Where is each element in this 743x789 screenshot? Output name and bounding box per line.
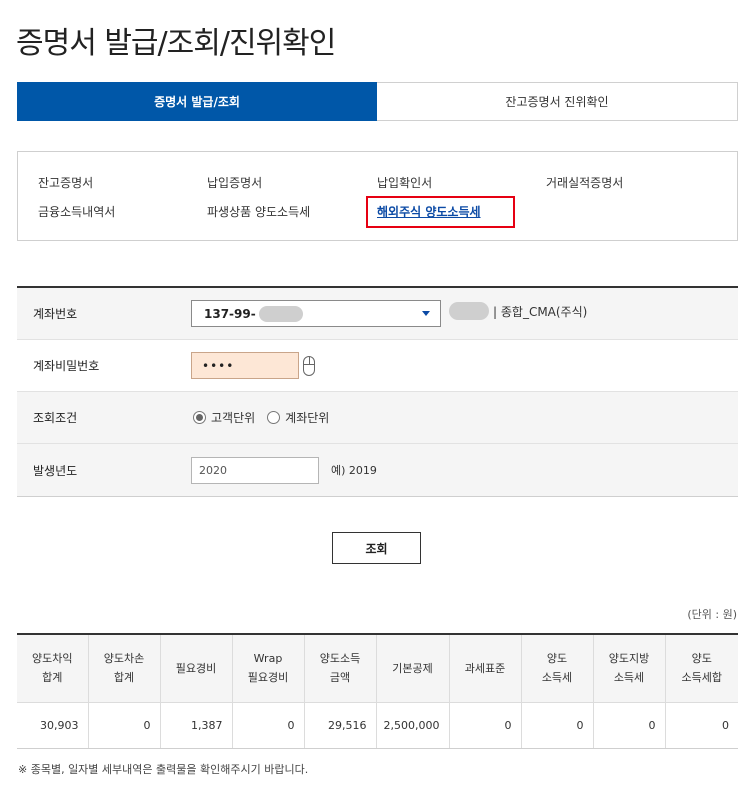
selected-highlight-box xyxy=(366,196,515,228)
result-table: 양도차익 합계 양도차손 합계 필요경비 Wrap 필요경비 양도소득 금액 기본공제 … xyxy=(17,633,738,749)
table-row: 30,903 0 1,387 0 29,516 2,500,000 0 0 0 … xyxy=(17,702,738,749)
account-value: 137-99- xyxy=(204,306,256,321)
year-hint: 예) 2019 xyxy=(331,464,377,477)
chevron-down-icon xyxy=(422,311,430,316)
year-row: 발생년도 2020 예) 2019 xyxy=(17,444,738,496)
table-cell: 0 xyxy=(593,702,666,749)
radio-account-unit-label: 계좌단위 xyxy=(285,411,330,425)
table-cell: 2,500,000 xyxy=(376,702,450,749)
condition-label: 조회조건 xyxy=(33,411,78,425)
col-header: 과세표준 xyxy=(449,634,522,703)
col-header: 양도차손 합계 xyxy=(88,634,161,703)
cert-link-balance[interactable]: 잔고증명서 xyxy=(38,174,93,191)
condition-row: 조회조건 고객단위 계좌단위 xyxy=(17,392,738,444)
radio-unchecked-icon[interactable] xyxy=(267,411,281,424)
radio-account-unit[interactable]: 계좌단위 xyxy=(267,409,329,426)
table-cell: 30,903 xyxy=(17,702,89,749)
password-row: 계좌비밀번호 •••• xyxy=(17,340,738,392)
cert-link-payment-confirm[interactable]: 납입확인서 xyxy=(377,174,432,191)
certificate-type-list: 잔고증명서 납입증명서 납입확인서 거래실적증명서 금융소득내역서 파생상품 양… xyxy=(17,151,738,241)
password-input[interactable]: •••• xyxy=(191,352,299,379)
condition-radio-group: 고객단위 계좌단위 xyxy=(193,409,341,426)
page-title: 증명서 발급/조회/진위확인 xyxy=(16,26,336,61)
cert-link-transaction[interactable]: 거래실적증명서 xyxy=(546,174,623,191)
account-select[interactable]: 137-99- xyxy=(191,300,441,327)
footnote: ※ 종목별, 일자별 세부내역은 출력물을 확인해주시기 바랍니다. xyxy=(18,763,309,776)
table-cell: 0 xyxy=(88,702,161,749)
query-form: 계좌번호 137-99- | 종합_CMA(주식) 계좌비밀번호 •••• 조회… xyxy=(17,286,738,497)
cert-link-payment[interactable]: 납입증명서 xyxy=(207,174,262,191)
table-cell: 0 xyxy=(665,702,738,749)
cert-link-derivatives-tax[interactable]: 파생상품 양도소득세 xyxy=(207,203,310,220)
radio-customer-unit[interactable]: 고객단위 xyxy=(193,409,255,426)
col-header: 양도차익 합계 xyxy=(17,634,89,703)
radio-customer-unit-label: 고객단위 xyxy=(211,411,256,425)
table-header-row: 양도차익 합계 양도차손 합계 필요경비 Wrap 필요경비 양도소득 금액 기본공제 … xyxy=(17,634,738,703)
account-row: 계좌번호 137-99- | 종합_CMA(주식) xyxy=(17,288,738,340)
cert-link-financial-income[interactable]: 금융소득내역서 xyxy=(38,203,115,220)
table-cell: 0 xyxy=(232,702,305,749)
account-label: 계좌번호 xyxy=(33,307,78,321)
account-type: | 종합_CMA(주식) xyxy=(449,302,587,320)
query-button[interactable]: 조회 xyxy=(332,532,421,564)
password-label: 계좌비밀번호 xyxy=(33,359,100,373)
col-header: 필요경비 xyxy=(160,634,233,703)
unit-label: (단위 : 원) xyxy=(687,608,737,621)
col-header: 양도소득 금액 xyxy=(304,634,377,703)
col-header: 양도 소득세합 xyxy=(665,634,738,703)
masked-account-name xyxy=(449,302,489,320)
table-cell: 0 xyxy=(449,702,522,749)
col-header: Wrap 필요경비 xyxy=(232,634,305,703)
masked-account-digits xyxy=(258,305,303,322)
account-type-label: | 종합_CMA(주식) xyxy=(493,304,588,319)
tab-balance-verification[interactable]: 잔고증명서 진위확인 xyxy=(377,82,738,121)
year-input[interactable]: 2020 xyxy=(191,456,319,484)
col-header: 양도지방 소득세 xyxy=(593,634,666,703)
table-cell: 0 xyxy=(521,702,594,749)
radio-checked-icon[interactable] xyxy=(193,411,206,424)
col-header: 양도 소득세 xyxy=(521,634,594,703)
table-cell: 29,516 xyxy=(304,702,377,749)
tab-bar: 증명서 발급/조회 잔고증명서 진위확인 xyxy=(17,82,738,121)
year-label: 발생년도 xyxy=(33,463,78,478)
tab-certificate-issue[interactable]: 증명서 발급/조회 xyxy=(17,82,377,121)
table-cell: 1,387 xyxy=(160,702,233,749)
mouse-icon[interactable] xyxy=(303,356,315,376)
col-header: 기본공제 xyxy=(376,634,450,703)
